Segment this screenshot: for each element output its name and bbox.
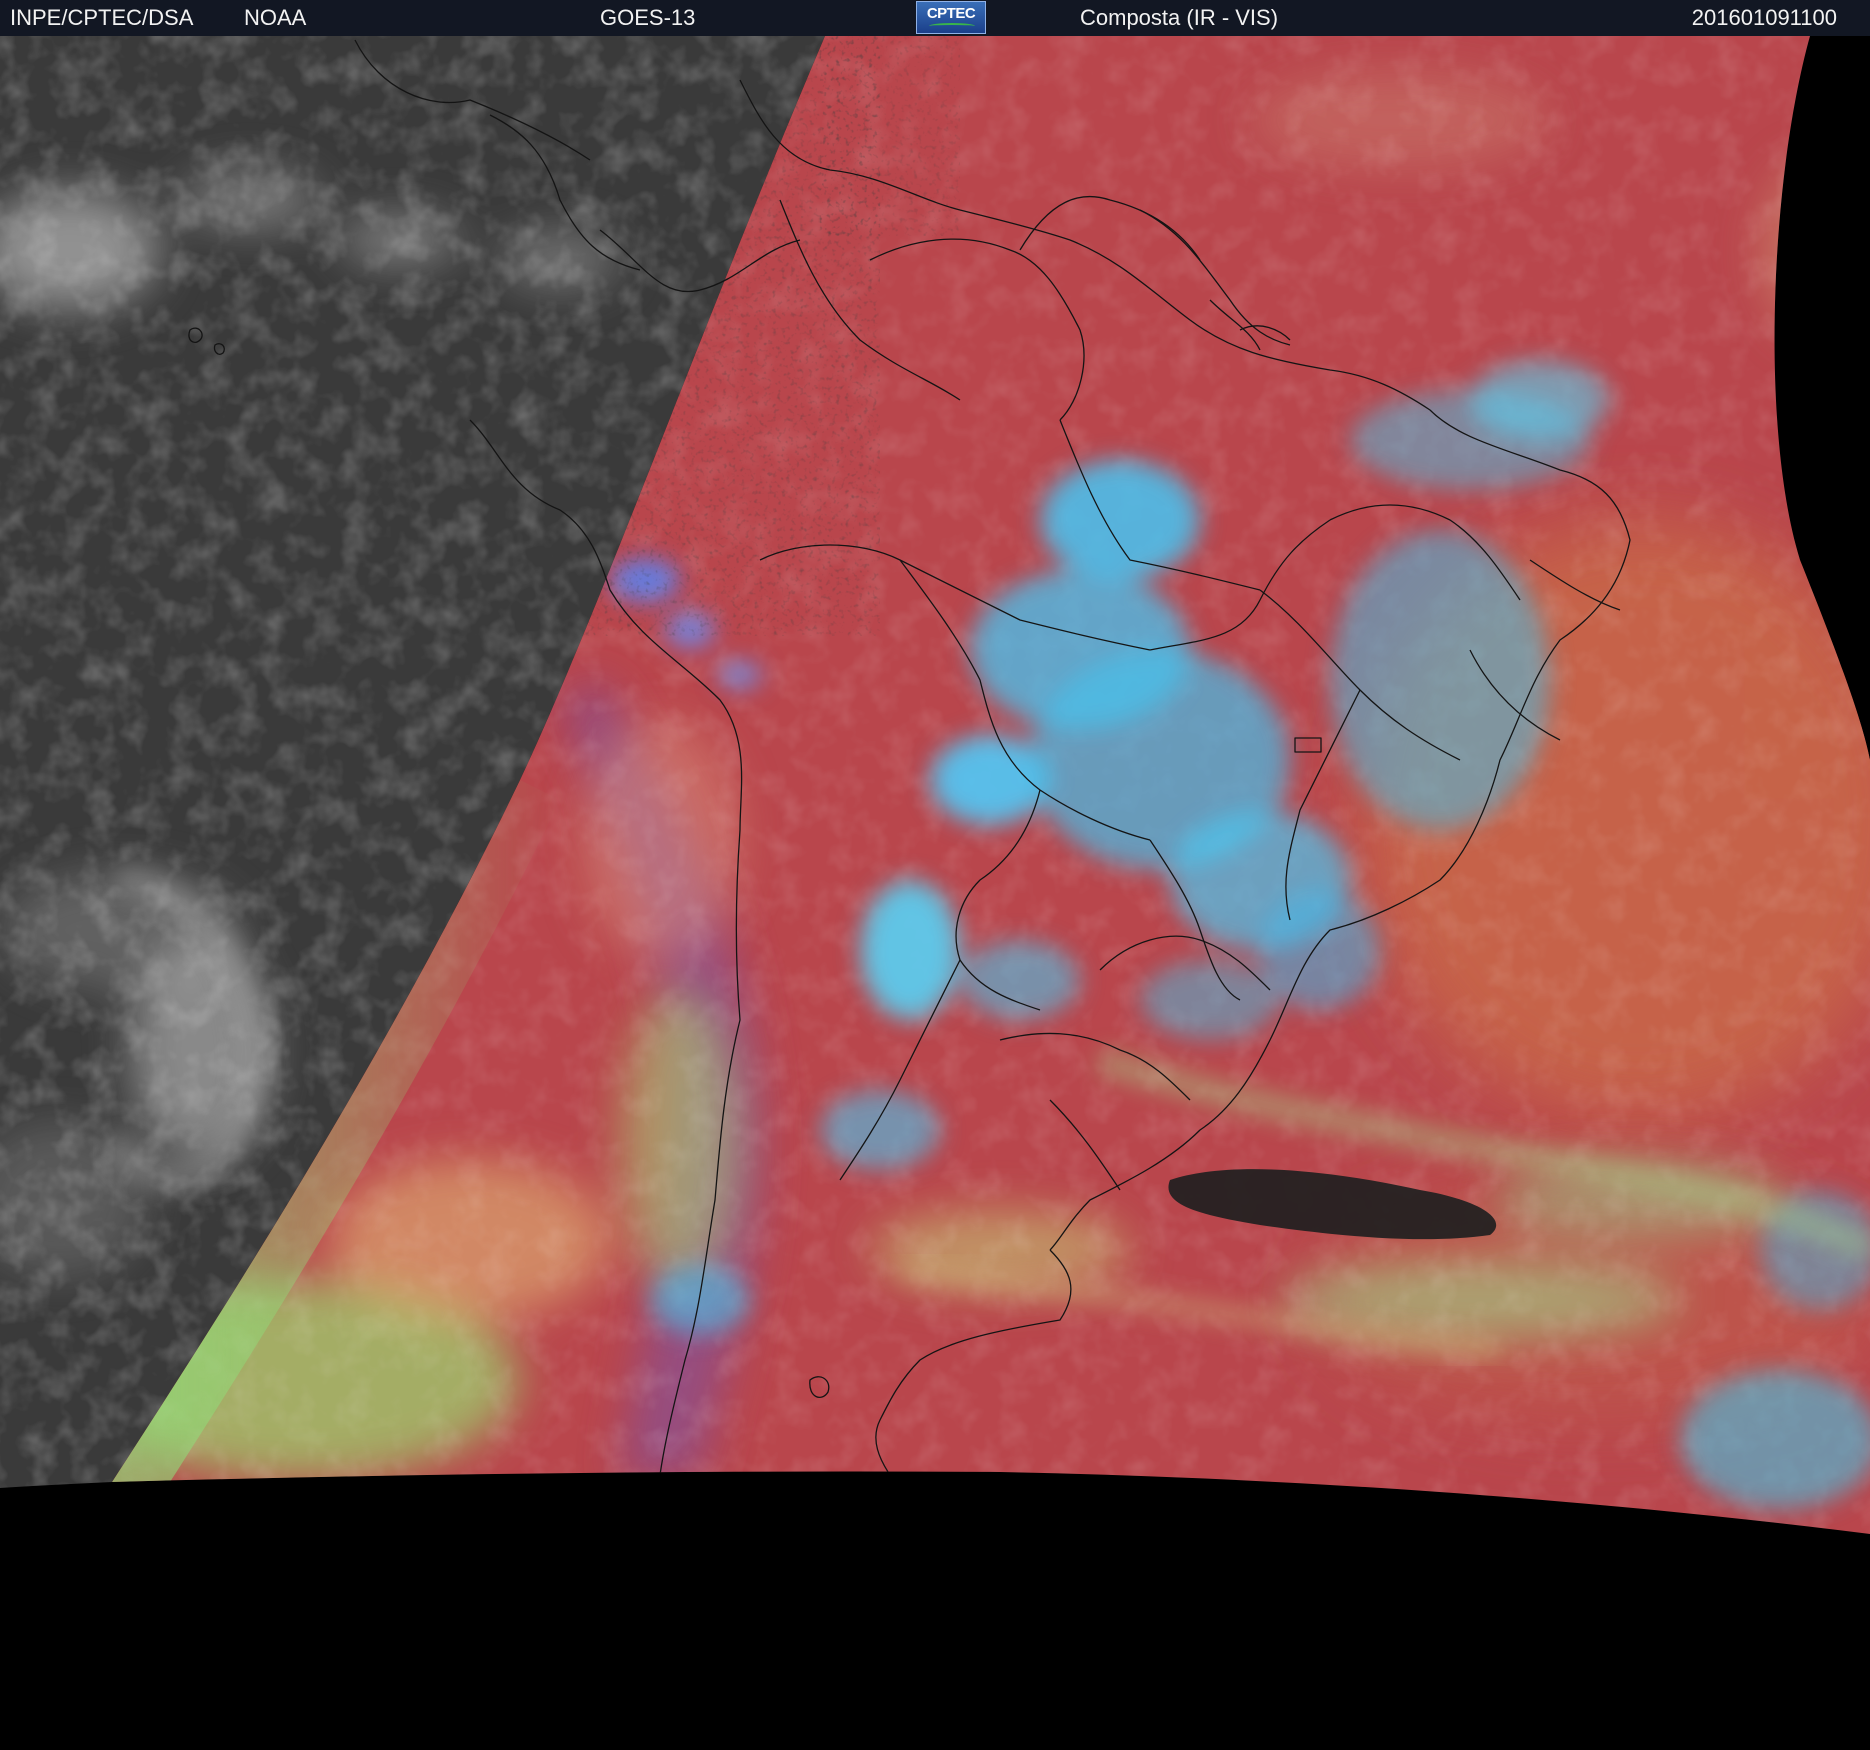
partner-label: NOAA bbox=[244, 5, 307, 30]
image-header-bar: INPE/CPTEC/DSA NOAA GOES-13 CPTEC Compos… bbox=[0, 0, 1870, 36]
product-label: Composta (IR - VIS) bbox=[1080, 5, 1279, 30]
satellite-composite-map bbox=[0, 36, 1870, 1750]
timestamp-label: 201601091100 bbox=[1691, 5, 1837, 30]
logo-text: CPTEC bbox=[926, 5, 976, 22]
satellite-image-viewer: INPE/CPTEC/DSA NOAA GOES-13 CPTEC Compos… bbox=[0, 0, 1870, 1750]
logo-swoosh-icon bbox=[929, 23, 975, 29]
agency-label: INPE/CPTEC/DSA bbox=[10, 5, 194, 30]
satellite-label: GOES-13 bbox=[600, 5, 696, 30]
cptec-logo-icon: CPTEC bbox=[916, 1, 986, 34]
